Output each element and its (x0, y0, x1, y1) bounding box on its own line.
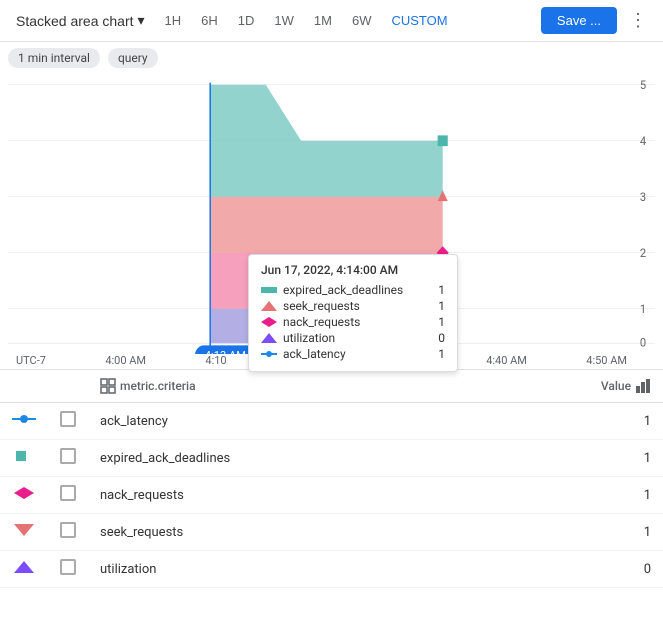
row-metric-name-3: seek_requests (88, 514, 476, 551)
row-value-4: 0 (476, 551, 663, 588)
svg-text:4:13 AM: 4:13 AM (205, 348, 246, 354)
column-chart-icon (635, 378, 651, 394)
grid-icon (100, 378, 116, 394)
row-metric-name-0: ack_latency (88, 403, 476, 440)
row-checkbox-3[interactable] (48, 514, 88, 551)
row-legend-icon-3 (0, 514, 48, 551)
time-btn-1m[interactable]: 1M (306, 9, 340, 32)
row-value-3: 1 (476, 514, 663, 551)
row-metric-name-4: utilization (88, 551, 476, 588)
metrics-table: metric.criteria Value ack_latency 1 (0, 369, 663, 588)
checkbox-3[interactable] (60, 522, 76, 538)
chevron-down-icon: ▾ (138, 12, 145, 29)
tooltip-icon-1 (261, 301, 277, 311)
table-row: seek_requests 1 (0, 514, 663, 551)
row-checkbox-1[interactable] (48, 440, 88, 477)
time-btn-1d[interactable]: 1D (230, 9, 263, 32)
checkbox-4[interactable] (60, 559, 76, 575)
tooltip-icon-2 (261, 317, 277, 327)
row-legend-icon-2 (0, 477, 48, 514)
interval-pill[interactable]: 1 min interval (8, 48, 100, 68)
save-button[interactable]: Save ... (541, 7, 617, 34)
tooltip-row-2: nack_requests 1 (261, 315, 445, 329)
svg-text:2: 2 (640, 246, 647, 260)
th-value: Value (476, 370, 663, 402)
row-value-1: 1 (476, 440, 663, 477)
chart-title-dropdown[interactable]: Stacked area chart ▾ (8, 8, 153, 33)
tooltip-value-0: 1 (438, 283, 445, 297)
tooltip-value-4: 1 (438, 347, 445, 361)
time-btn-6w[interactable]: 6W (344, 9, 380, 32)
tooltip-timestamp: Jun 17, 2022, 4:14:00 AM (261, 263, 445, 277)
checkbox-0[interactable] (60, 411, 76, 427)
tooltip-metric-0: expired_ack_deadlines (283, 283, 403, 297)
tooltip-metric-1: seek_requests (283, 299, 360, 313)
th-checkbox (48, 370, 88, 403)
x-label-450: 4:50 AM (586, 354, 627, 367)
query-pill[interactable]: query (108, 48, 158, 68)
svg-text:5: 5 (640, 78, 646, 92)
table-row: expired_ack_deadlines 1 (0, 440, 663, 477)
row-checkbox-4[interactable] (48, 551, 88, 588)
row-checkbox-2[interactable] (48, 477, 88, 514)
tooltip-icon-3 (261, 333, 277, 343)
tooltip-row-0: expired_ack_deadlines 1 (261, 283, 445, 297)
row-metric-name-2: nack_requests (88, 477, 476, 514)
th-metric-criteria: metric.criteria (88, 370, 476, 403)
svg-text:3: 3 (640, 190, 646, 204)
tooltip-icon-0 (261, 285, 277, 295)
time-btn-1w[interactable]: 1W (266, 9, 302, 32)
checkbox-2[interactable] (60, 485, 76, 501)
time-btn-custom[interactable]: CUSTOM (383, 9, 455, 32)
svg-text:4: 4 (640, 134, 647, 148)
row-value-0: 1 (476, 403, 663, 440)
toolbar: Stacked area chart ▾ 1H 6H 1D 1W 1M 6W C… (0, 0, 663, 42)
table-row: nack_requests 1 (0, 477, 663, 514)
tooltip-icon-4 (261, 349, 277, 359)
svg-text:0: 0 (640, 335, 646, 349)
th-icon (0, 370, 48, 403)
tooltip-value-3: 0 (438, 331, 445, 345)
chart-area: 5 4 3 2 1 0 4:13 AM (0, 74, 663, 369)
x-label-400: 4:00 AM (105, 354, 146, 367)
sub-header: 1 min interval query (0, 42, 663, 74)
row-value-2: 1 (476, 477, 663, 514)
table-header-row: metric.criteria Value (0, 370, 663, 403)
x-label-410: 4:10 (205, 354, 226, 367)
tooltip-metric-3: utilization (283, 331, 335, 345)
time-btn-6h[interactable]: 6H (193, 9, 226, 32)
tooltip-row-1: seek_requests 1 (261, 299, 445, 313)
tooltip-metric-4: ack_latency (283, 347, 346, 361)
table-row: utilization 0 (0, 551, 663, 588)
x-label-utc: UTC-7 (16, 354, 46, 367)
chart-title-label: Stacked area chart (16, 13, 134, 29)
table-row: ack_latency 1 (0, 403, 663, 440)
row-legend-icon-1 (0, 440, 48, 477)
chart-tooltip: Jun 17, 2022, 4:14:00 AM expired_ack_dea… (248, 254, 458, 372)
tooltip-row-4: ack_latency 1 (261, 347, 445, 361)
row-metric-name-1: expired_ack_deadlines (88, 440, 476, 477)
more-options-button[interactable]: ⋮ (621, 6, 655, 35)
checkbox-1[interactable] (60, 448, 76, 464)
row-legend-icon-4 (0, 551, 48, 588)
tooltip-value-2: 1 (438, 315, 445, 329)
row-checkbox-0[interactable] (48, 403, 88, 440)
svg-text:1: 1 (640, 302, 646, 316)
time-btn-1h[interactable]: 1H (157, 9, 190, 32)
tooltip-metric-2: nack_requests (283, 315, 360, 329)
x-label-440: 4:40 AM (486, 354, 527, 367)
tooltip-value-1: 1 (438, 299, 445, 313)
tooltip-row-3: utilization 0 (261, 331, 445, 345)
row-legend-icon-0 (0, 403, 48, 440)
